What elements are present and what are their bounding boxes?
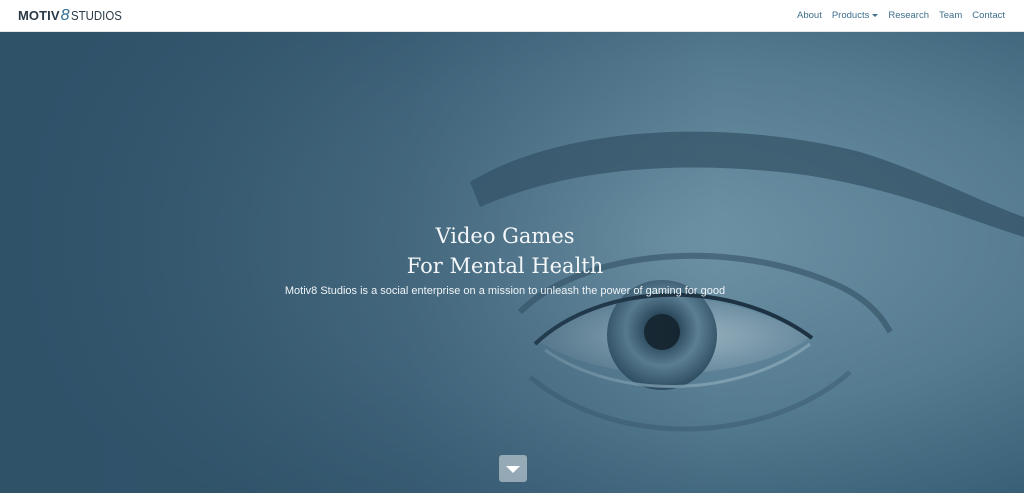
caret-down-icon: [872, 14, 879, 17]
brand-eight: 8: [60, 6, 70, 24]
main-nav: About Products Research Team Contact: [787, 10, 1005, 21]
nav-products[interactable]: Products: [832, 10, 879, 21]
hero-title-line-1: Video Games: [435, 224, 575, 248]
brand-logo[interactable]: MOTIV 8 STUDIOS: [18, 6, 128, 24]
top-navbar: MOTIV 8 STUDIOS About Products Research …: [0, 0, 1024, 32]
nav-research[interactable]: Research: [888, 10, 929, 21]
nav-products-label: Products: [831, 10, 870, 21]
brand-motiv: MOTIV: [18, 7, 60, 23]
brand-studios: STUDIOS: [70, 7, 122, 23]
nav-contact[interactable]: Contact: [972, 10, 1005, 21]
hero-subtitle: Motiv8 Studios is a social enterprise on…: [284, 285, 726, 297]
hero-text-block: Video Games For Mental Health Motiv8 Stu…: [0, 32, 1024, 493]
nav-team[interactable]: Team: [939, 10, 962, 21]
nav-about[interactable]: About: [797, 10, 822, 21]
scroll-down-button[interactable]: [499, 455, 527, 482]
chevron-down-icon: [506, 466, 520, 473]
hero-section: Video Games For Mental Health Motiv8 Stu…: [0, 32, 1024, 493]
hero-title-line-2: For Mental Health: [406, 254, 604, 278]
